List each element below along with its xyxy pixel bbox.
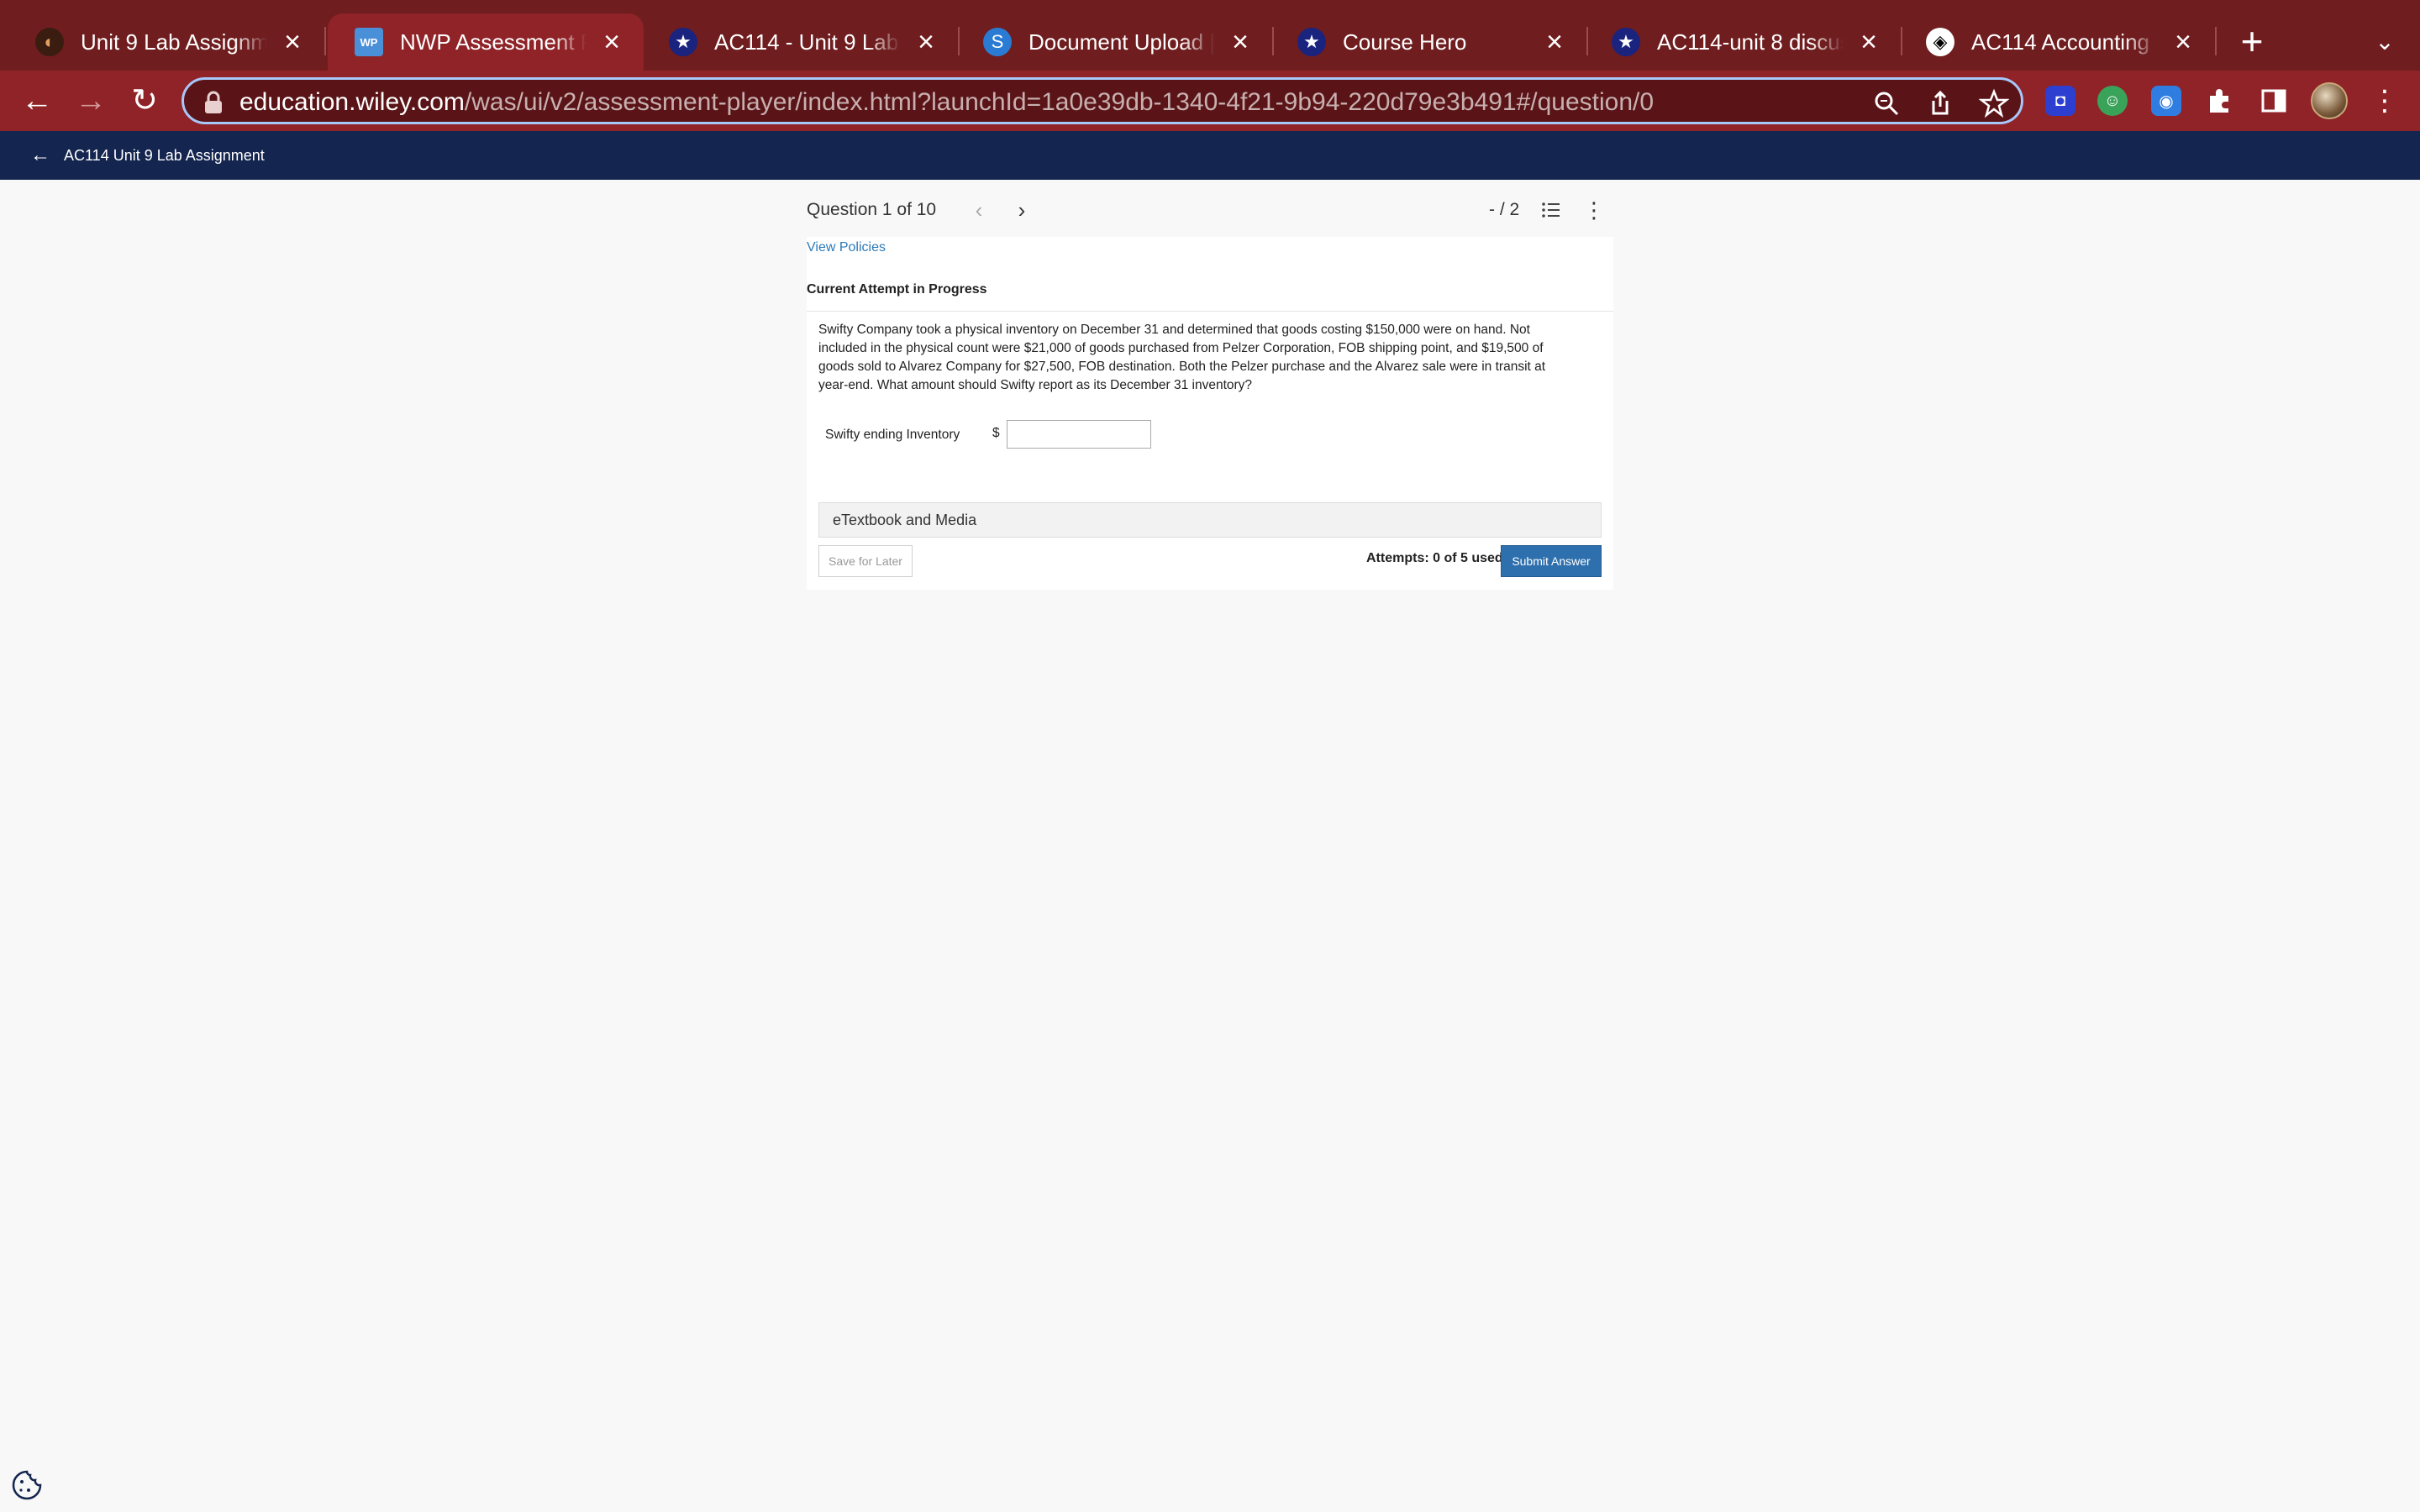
tab-unit-9-lab-assignment[interactable]: ◐ Unit 9 Lab Assignment × bbox=[8, 13, 326, 71]
more-options-icon[interactable]: ⋮ bbox=[1583, 192, 1605, 228]
answer-label: Swifty ending Inventory bbox=[825, 428, 960, 442]
etextbook-media-toggle[interactable]: eTextbook and Media bbox=[818, 502, 1602, 538]
star-favicon-icon: ★ bbox=[1297, 28, 1326, 56]
tab-document-upload[interactable]: S Document Upload | StudySoup × bbox=[956, 13, 1274, 71]
tab-separator bbox=[324, 27, 326, 55]
tab-title: AC114 - Unit 9 Lab.docx bbox=[714, 29, 901, 55]
star-favicon-icon: ★ bbox=[669, 28, 697, 56]
submit-answer-button[interactable]: Submit Answer bbox=[1501, 545, 1602, 577]
app-header: ← AC114 Unit 9 Lab Assignment bbox=[0, 131, 2420, 180]
side-panel-icon[interactable] bbox=[2259, 86, 2289, 116]
close-icon[interactable]: × bbox=[913, 28, 939, 56]
lock-icon[interactable] bbox=[203, 90, 224, 115]
browser-menu-icon[interactable]: ⋮ bbox=[2370, 82, 2400, 119]
view-policies-link[interactable]: View Policies bbox=[807, 240, 886, 255]
tab-ac114-unit-8-discussion[interactable]: ★ AC114-unit 8 discussion × bbox=[1585, 13, 1902, 71]
share-icon[interactable] bbox=[1925, 88, 1955, 118]
forward-arrow-icon[interactable]: → bbox=[72, 82, 109, 119]
close-icon[interactable]: × bbox=[279, 28, 306, 56]
grammarly-extension-icon[interactable]: ☺ bbox=[2097, 86, 2128, 116]
tab-ac114-unit-9-lab-doc[interactable]: ★ AC114 - Unit 9 Lab.docx × bbox=[642, 13, 960, 71]
pocket-extension-icon[interactable]: ◘ bbox=[2045, 86, 2075, 116]
extension-circle-icon[interactable]: ◉ bbox=[2151, 86, 2181, 116]
close-icon[interactable]: × bbox=[598, 28, 625, 56]
back-to-assignment-link[interactable]: ← AC114 Unit 9 Lab Assignment bbox=[30, 141, 265, 170]
ending-inventory-input[interactable] bbox=[1007, 420, 1151, 449]
close-icon[interactable]: × bbox=[1227, 28, 1254, 56]
question-text: Swifty Company took a physical inventory… bbox=[818, 323, 1546, 392]
puzzle-extensions-icon[interactable] bbox=[2205, 86, 2235, 116]
tab-ac114-accounting-unit[interactable]: ◈ AC114 Accounting I Unit × bbox=[1899, 13, 2217, 71]
previous-question-chevron-icon[interactable]: ‹ bbox=[966, 192, 992, 228]
cookie-settings-icon[interactable] bbox=[10, 1468, 44, 1502]
reload-icon[interactable]: ↻ bbox=[126, 82, 163, 119]
profile-avatar[interactable] bbox=[2311, 82, 2348, 119]
close-icon[interactable]: × bbox=[2170, 28, 2196, 56]
new-tab-button[interactable]: + bbox=[2235, 20, 2269, 62]
star-favicon-icon: ★ bbox=[1612, 28, 1640, 56]
next-question-chevron-icon[interactable]: › bbox=[1009, 192, 1034, 228]
url-path: /was/ui/v2/assessment-player/index.html?… bbox=[464, 88, 1655, 116]
tab-title: Document Upload | StudySoup bbox=[1028, 29, 1215, 55]
tab-title: AC114-unit 8 discussion bbox=[1657, 29, 1844, 55]
browser-toolbar: ← → ↻ education.wiley.com/was/ui/v2/asse… bbox=[0, 71, 2420, 131]
unit-favicon-icon: ◐ bbox=[35, 28, 64, 56]
question-score: - / 2 bbox=[1489, 200, 1520, 219]
tab-title: NWP Assessment Player bbox=[400, 29, 587, 55]
currency-symbol: $ bbox=[992, 426, 1000, 440]
question-navigation: Question 1 of 10 ‹ › - / 2 ⋮ bbox=[807, 192, 1613, 235]
assignment-title: AC114 Unit 9 Lab Assignment bbox=[64, 146, 265, 164]
tab-nwp-assessment-player[interactable]: WP NWP Assessment Player × bbox=[328, 13, 644, 71]
divider bbox=[807, 311, 1613, 312]
tab-course-hero[interactable]: ★ Course Hero × bbox=[1270, 13, 1588, 71]
url-text[interactable]: education.wiley.com/was/ui/v2/assessment… bbox=[239, 88, 1654, 117]
back-arrow-icon: ← bbox=[30, 144, 50, 166]
tab-separator bbox=[2215, 27, 2217, 55]
question-list-icon[interactable] bbox=[1539, 198, 1563, 222]
tab-title: Course Hero bbox=[1343, 29, 1467, 55]
bookmark-star-icon[interactable] bbox=[1979, 88, 2009, 118]
attempts-counter: Attempts: 0 of 5 used bbox=[1366, 551, 1503, 565]
close-icon[interactable]: × bbox=[1541, 28, 1568, 56]
coursehero-favicon-icon: ◈ bbox=[1926, 28, 1954, 56]
question-counter: Question 1 of 10 bbox=[807, 200, 937, 219]
question-card: View Policies Current Attempt in Progres… bbox=[807, 237, 1613, 590]
browser-tab-strip: ◐ Unit 9 Lab Assignment × WP NWP Assessm… bbox=[0, 0, 2420, 71]
tab-title: AC114 Accounting I Unit bbox=[1971, 29, 2158, 55]
attempt-status-heading: Current Attempt in Progress bbox=[807, 282, 987, 297]
document-favicon-icon: S bbox=[983, 28, 1012, 56]
tab-search-chevron-icon[interactable]: ⌄ bbox=[2368, 24, 2402, 60]
wp-favicon-icon: WP bbox=[355, 28, 383, 56]
zoom-magnifier-icon[interactable] bbox=[1871, 88, 1902, 118]
address-bar[interactable]: education.wiley.com/was/ui/v2/assessment… bbox=[182, 77, 2023, 124]
save-for-later-button[interactable]: Save for Later bbox=[818, 545, 913, 577]
url-host: education.wiley.com bbox=[239, 88, 465, 116]
back-arrow-icon[interactable]: ← bbox=[18, 82, 55, 119]
close-icon[interactable]: × bbox=[1855, 28, 1882, 56]
tab-title: Unit 9 Lab Assignment bbox=[81, 29, 267, 55]
